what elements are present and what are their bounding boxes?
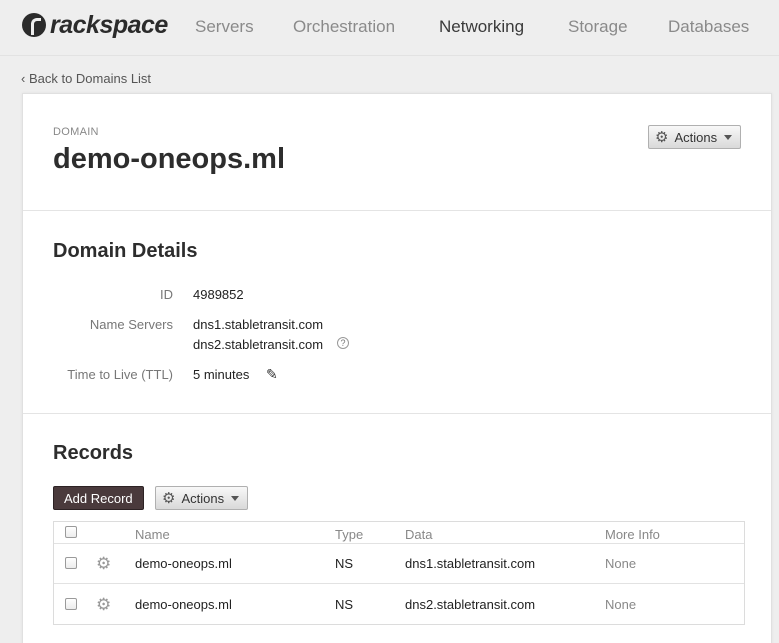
id-label: ID [160, 287, 173, 302]
logo-mark-icon [22, 13, 46, 37]
column-header-name[interactable]: Name [135, 527, 170, 542]
gear-icon: ⚙ [162, 489, 176, 507]
column-header-type[interactable]: Type [335, 527, 363, 542]
record-type: NS [335, 597, 354, 612]
nav-databases[interactable]: Databases [668, 17, 749, 37]
name-servers-label: Name Servers [89, 317, 173, 332]
domain-eyebrow: DOMAIN [53, 126, 99, 138]
divider [23, 413, 771, 414]
gear-icon[interactable]: ⚙ [96, 555, 111, 572]
nav-orchestration[interactable]: Orchestration [293, 17, 395, 37]
nav-servers[interactable]: Servers [195, 17, 254, 37]
id-value: 4989852 [193, 287, 244, 302]
ttl-value: 5 minutes [193, 367, 250, 382]
nav-storage[interactable]: Storage [568, 17, 628, 37]
name-server-1: dns1.stabletransit.com [193, 317, 324, 332]
record-data: dns2.stabletransit.com [405, 597, 536, 612]
select-all-checkbox[interactable] [65, 526, 77, 538]
rackspace-logo[interactable]: rackspace [22, 10, 168, 40]
pencil-icon[interactable]: ✎ [266, 366, 278, 383]
column-header-more-info[interactable]: More Info [605, 527, 660, 542]
back-to-domains-link[interactable]: ‹ Back to Domains List [21, 71, 151, 86]
records-table: Name Type Data More Info ⚙ demo-oneops.m… [53, 521, 745, 625]
row-divider [54, 543, 744, 544]
caret-down-icon [724, 134, 733, 140]
record-more-info: None [605, 597, 637, 612]
nav-networking[interactable]: Networking [439, 17, 524, 37]
gear-icon: ⚙ [655, 128, 669, 146]
page-title: demo-oneops.ml [53, 143, 286, 175]
ttl-label: Time to Live (TTL) [67, 367, 173, 382]
logo-text: rackspace [50, 10, 168, 39]
help-icon[interactable]: ? [337, 337, 349, 349]
row-divider [54, 583, 744, 584]
record-name: demo-oneops.ml [135, 556, 232, 571]
name-server-2: dns2.stabletransit.com [193, 337, 324, 352]
column-header-data[interactable]: Data [405, 527, 432, 542]
domain-actions-label: Actions [674, 129, 718, 145]
records-actions-button[interactable]: ⚙ Actions [155, 486, 249, 510]
row-checkbox[interactable] [65, 557, 77, 569]
gear-icon[interactable]: ⚙ [96, 596, 111, 613]
record-more-info: None [605, 556, 637, 571]
divider [23, 210, 771, 211]
domain-actions-button[interactable]: ⚙ Actions [648, 125, 742, 149]
domain-card: DOMAIN demo-oneops.ml ⚙ Actions Domain D… [22, 93, 772, 643]
row-checkbox[interactable] [65, 598, 77, 610]
caret-down-icon [231, 495, 240, 501]
add-record-button[interactable]: Add Record [53, 486, 144, 510]
top-nav: rackspace Servers Orchestration Networki… [0, 0, 779, 56]
records-actions-label: Actions [181, 490, 225, 506]
records-title: Records [53, 442, 134, 464]
record-type: NS [335, 556, 354, 571]
domain-details-title: Domain Details [53, 240, 198, 262]
record-name: demo-oneops.ml [135, 597, 232, 612]
record-data: dns1.stabletransit.com [405, 556, 536, 571]
